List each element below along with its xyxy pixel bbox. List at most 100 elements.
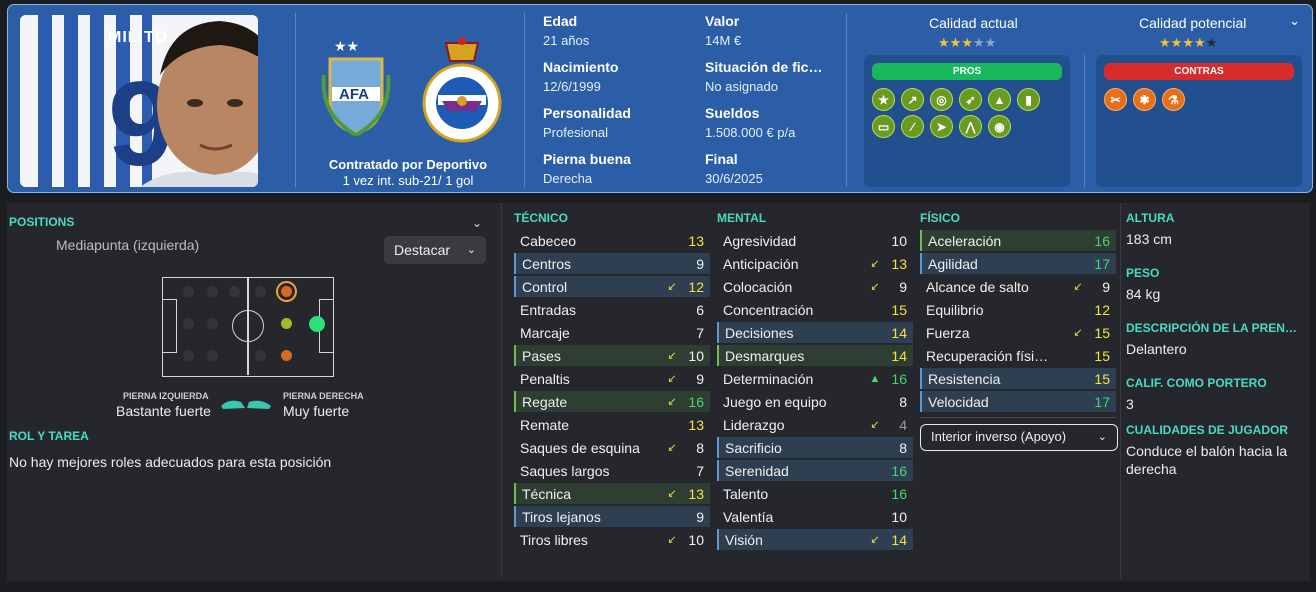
attribute-row[interactable]: Desmarques 14 <box>717 345 913 366</box>
trend-icon[interactable]: ↗ <box>901 88 924 111</box>
attribute-name: Agilidad <box>928 255 978 272</box>
attribute-value: 8 <box>899 393 907 410</box>
attribute-row[interactable]: Marcaje 7 <box>514 322 710 343</box>
contras-label: CONTRAS <box>1104 63 1294 80</box>
chevron-down-icon[interactable]: ⌄ <box>1289 13 1300 29</box>
target-icon[interactable]: ◎ <box>930 88 953 111</box>
attribute-name: Saques largos <box>520 462 610 479</box>
attribute-value: 12 <box>688 278 704 295</box>
info-wages: Sueldos 1.508.000 € p/a <box>705 105 796 140</box>
attribute-value: 16 <box>891 485 907 502</box>
attribute-value: 16 <box>891 370 907 387</box>
boots-icon[interactable]: ➶ <box>959 88 982 111</box>
attribute-row[interactable]: Aceleración 16 <box>920 230 1116 251</box>
tendon-icon[interactable]: ✂ <box>1104 88 1127 111</box>
attribute-row[interactable]: Resistencia 15 <box>920 368 1116 389</box>
header-divider <box>846 13 847 187</box>
attribute-row[interactable]: Equilibrio 12 <box>920 299 1116 320</box>
attribute-row[interactable]: Saques largos 7 <box>514 460 710 481</box>
attribute-value: 15 <box>891 301 907 318</box>
attribute-row[interactable]: Penaltis ↙ 9 <box>514 368 710 389</box>
attribute-row[interactable]: Tiros libres ↙ 10 <box>514 529 710 550</box>
deportivo-crest-icon <box>422 37 502 143</box>
trend-arrow-icon: ↙ <box>1073 327 1083 339</box>
attribute-row[interactable]: Agilidad 17 <box>920 253 1116 274</box>
bandage-icon[interactable]: ∕ <box>901 115 924 138</box>
attribute-value: 12 <box>1094 301 1110 318</box>
attribute-value: 14 <box>891 347 907 364</box>
attribute-row[interactable]: Liderazgo ↙ 4 <box>717 414 913 435</box>
attribute-row[interactable]: Regate ↙ 16 <box>514 391 710 412</box>
attribute-value: 16 <box>1094 232 1110 249</box>
star-icon: ★ <box>984 35 997 50</box>
attribute-name: Valentía <box>723 508 774 525</box>
attribute-row[interactable]: Juego en equipo 8 <box>717 391 913 412</box>
attribute-name: Saques de esquina <box>520 439 640 456</box>
attribute-row[interactable]: Fuerza ↙ 15 <box>920 322 1116 343</box>
attribute-row[interactable]: Tiros lejanos 9 <box>514 506 710 527</box>
attribute-name: Centros <box>522 255 572 272</box>
attribute-name: Visión <box>725 531 763 548</box>
injury-icon[interactable]: ✱ <box>1133 88 1156 111</box>
attribute-value: 16 <box>688 393 704 410</box>
flask-icon[interactable]: ⚗ <box>1162 88 1185 111</box>
attribute-value: 16 <box>891 462 907 479</box>
attribute-row[interactable]: Serenidad 16 <box>717 460 913 481</box>
attribute-name: Desmarques <box>725 347 805 364</box>
attribute-value: 9 <box>696 508 704 525</box>
attribute-row[interactable]: Talento 16 <box>717 483 913 504</box>
attribute-row[interactable]: Técnica ↙ 13 <box>514 483 710 504</box>
sprint-icon[interactable]: ➤ <box>930 115 953 138</box>
attribute-row[interactable]: Velocidad 17 <box>920 391 1116 412</box>
trend-arrow-icon: ↙ <box>870 281 880 293</box>
highlight-button[interactable]: Destacar ⌄ <box>384 236 486 264</box>
attribute-row[interactable]: Cabeceo 13 <box>514 230 710 251</box>
agility-icon[interactable]: ⋀ <box>959 115 982 138</box>
attribute-row[interactable]: Concentración 15 <box>717 299 913 320</box>
pros-label: PROS <box>872 63 1062 80</box>
attribute-name: Equilibrio <box>926 301 984 318</box>
pitch-icon[interactable]: ▭ <box>872 115 895 138</box>
role-selector[interactable]: Interior inverso (Apoyo) ⌄ <box>920 424 1118 451</box>
chevron-down-icon[interactable]: ⌄ <box>472 216 482 230</box>
attribute-row[interactable]: Recuperación físi… 15 <box>920 345 1116 366</box>
attribute-row[interactable]: Agresividad 10 <box>717 230 913 251</box>
role-text: No hay mejores roles adecuados para esta… <box>9 454 332 470</box>
attribute-name: Decisiones <box>725 324 794 341</box>
attribute-row[interactable]: Decisiones 14 <box>717 322 913 343</box>
player-header: 9 MILITO ★★ AFA Contratado por Deportivo… <box>7 4 1313 193</box>
international-caps: 1 vez int. sub-21/ 1 gol <box>342 173 474 188</box>
trend-arrow-icon: ↙ <box>667 442 677 454</box>
bottle-icon[interactable]: ▮ <box>1017 88 1040 111</box>
star-icon: ★ <box>1205 35 1218 50</box>
info-age: Edad 21 años <box>543 13 590 48</box>
position-dot <box>281 318 292 329</box>
attribute-row[interactable]: Visión ↙ 14 <box>717 529 913 550</box>
attribute-row[interactable]: Centros 9 <box>514 253 710 274</box>
brain-icon[interactable]: ◉ <box>988 115 1011 138</box>
cone-icon[interactable]: ▲ <box>988 88 1011 111</box>
attribute-row[interactable]: Sacrificio 8 <box>717 437 913 458</box>
attribute-row[interactable]: Control ↙ 12 <box>514 276 710 297</box>
attribute-row[interactable]: Anticipación ↙ 13 <box>717 253 913 274</box>
trend-arrow-icon: ↙ <box>667 534 677 546</box>
attribute-row[interactable]: Pases ↙ 10 <box>514 345 710 366</box>
attribute-row[interactable]: Colocación ↙ 9 <box>717 276 913 297</box>
attribute-row[interactable]: Saques de esquina ↙ 8 <box>514 437 710 458</box>
column-divider <box>1120 203 1121 578</box>
attribute-name: Anticipación <box>723 255 799 272</box>
side-info-item: DESCRIPCIÓN DE LA PREN… Delantero <box>1126 321 1304 358</box>
attribute-row[interactable]: Remate 13 <box>514 414 710 435</box>
info-col-1: Edad 21 años Nacimiento 12/6/1999 Personal… <box>543 13 631 197</box>
attribute-name: Concentración <box>723 301 814 318</box>
fisico-heading: FÍSICO <box>920 211 961 225</box>
attribute-row[interactable]: Alcance de salto ↙ 9 <box>920 276 1116 297</box>
star-icon[interactable]: ★ <box>872 88 895 111</box>
attribute-row[interactable]: Entradas 6 <box>514 299 710 320</box>
trend-arrow-icon: ↙ <box>1073 281 1083 293</box>
attribute-row[interactable]: Determinación ▲ 16 <box>717 368 913 389</box>
attribute-value: 9 <box>696 255 704 272</box>
chevron-down-icon: ⌄ <box>466 244 476 256</box>
attribute-row[interactable]: Valentía 10 <box>717 506 913 527</box>
fisico-column: FÍSICO Aceleración 16 Agilidad 17 Alcance de… <box>920 203 1116 563</box>
